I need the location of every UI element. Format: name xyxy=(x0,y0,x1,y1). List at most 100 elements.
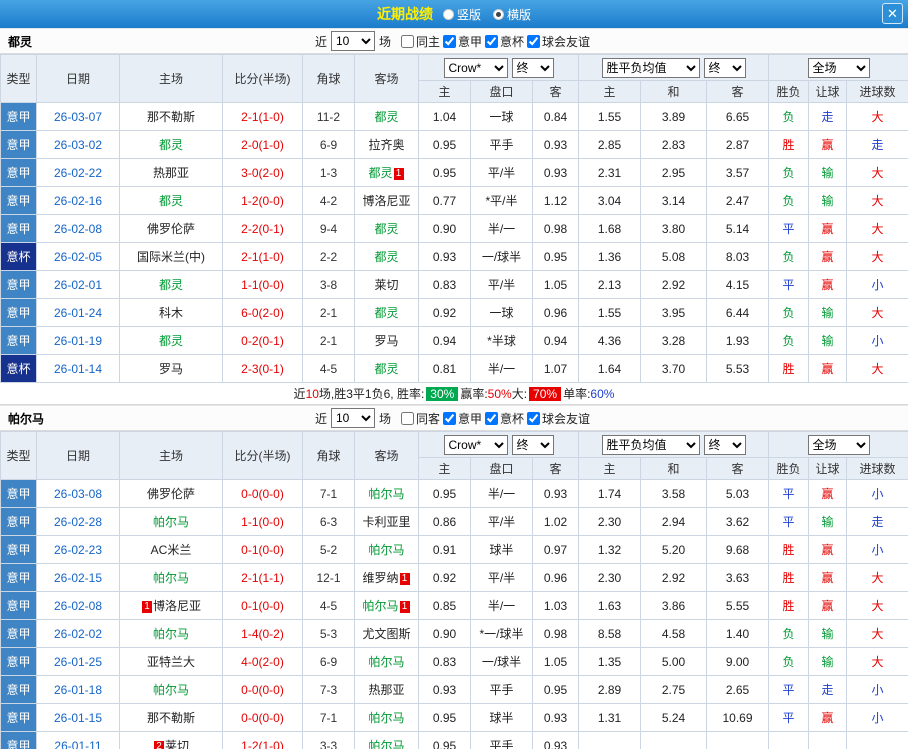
ah-away-odds: 0.95 xyxy=(532,675,579,704)
eu-avg-select[interactable]: 胜平负均值 xyxy=(601,434,700,455)
match-count-select[interactable]: 10 xyxy=(330,408,375,428)
filter-checkbox[interactable]: 球会友谊 xyxy=(527,33,590,50)
handicap-result: 输 xyxy=(808,326,848,355)
layout-option-selected[interactable]: 横版 xyxy=(493,6,531,23)
home-team: 都灵 xyxy=(119,130,223,159)
league-type: 意甲 xyxy=(0,214,37,243)
ah-handicap: 平手 xyxy=(470,731,533,749)
team-name: 都灵 xyxy=(158,334,183,348)
home-team: 那不勒斯 xyxy=(119,102,223,131)
result: 平 xyxy=(768,675,810,704)
filter-checkbox[interactable]: 意杯 xyxy=(485,410,524,427)
team-name: 帕尔马 xyxy=(152,627,189,641)
eu-avg-select[interactable]: 胜平负均值 xyxy=(601,57,700,78)
home-team: AC米兰 xyxy=(119,535,223,564)
goals-result: 小 xyxy=(846,270,908,299)
ah-away-odds: 0.98 xyxy=(532,214,579,243)
match-row: 意甲 26-02-23 AC米兰 0-1(0-0) 5-2 帕尔马 0.91 球半 0.97 1.… xyxy=(0,535,908,564)
checkbox-input[interactable] xyxy=(400,411,414,425)
handicap-result: 赢 xyxy=(808,242,848,271)
filter-checkbox-group: 同主 意甲 意杯 球会友谊 xyxy=(400,33,593,50)
corner-score: 6-9 xyxy=(302,130,355,159)
eu-home-odds: 1.35 xyxy=(578,647,641,676)
eu-draw-odds: 2.92 xyxy=(640,563,707,592)
filter-checkbox[interactable]: 意甲 xyxy=(443,410,482,427)
result: 胜 xyxy=(768,563,810,592)
handicap-result: 输 xyxy=(808,158,848,187)
checkbox-label: 意杯 xyxy=(500,411,525,426)
summary-segment: 30% xyxy=(426,386,459,401)
summary-segment: 60% xyxy=(590,386,615,401)
checkbox-input[interactable] xyxy=(527,411,541,425)
ah-final-select[interactable]: 终 xyxy=(511,57,554,78)
result: 胜 xyxy=(768,354,810,383)
league-type: 意甲 xyxy=(0,507,37,536)
score: 2-3(0-1) xyxy=(222,354,303,383)
team-name: 都灵 xyxy=(368,166,393,180)
filter-checkbox[interactable]: 球会友谊 xyxy=(527,410,590,427)
filter-checkbox[interactable]: 意甲 xyxy=(443,33,482,50)
filter-checkbox[interactable]: 同主 xyxy=(400,33,440,50)
radio-icon[interactable] xyxy=(442,8,454,20)
eu-away-odds: 2.65 xyxy=(705,675,770,704)
away-team: 都灵 xyxy=(354,242,419,271)
sub-ah-home: 主 xyxy=(418,457,471,480)
ah-home-odds: 0.94 xyxy=(418,326,471,355)
checkbox-input[interactable] xyxy=(443,411,456,425)
score: 0-0(0-0) xyxy=(222,703,303,732)
col-type: 类型 xyxy=(0,54,37,103)
sub-eu-home: 主 xyxy=(578,457,641,480)
eu-away-odds: 5.53 xyxy=(705,354,770,383)
ah-home-odds: 0.81 xyxy=(418,354,471,383)
checkbox-input[interactable] xyxy=(485,34,499,48)
euro-odds-header: 胜平负均值 终 xyxy=(577,431,770,458)
filter-checkbox[interactable]: 意杯 xyxy=(485,33,524,50)
checkbox-input[interactable] xyxy=(527,34,541,48)
scope-select[interactable]: 全场 xyxy=(807,57,870,78)
match-date: 26-01-18 xyxy=(36,675,120,704)
score: 1-2(1-0) xyxy=(222,731,303,749)
scope-select[interactable]: 全场 xyxy=(807,434,870,455)
goals-result: 大 xyxy=(846,563,908,592)
summary-segment: 近 xyxy=(293,387,306,401)
checkbox-input[interactable] xyxy=(443,34,456,48)
close-button[interactable]: ✕ xyxy=(882,3,903,24)
team-name: 莱切 xyxy=(164,739,189,749)
away-team: 都灵 xyxy=(354,102,419,131)
checkbox-input[interactable] xyxy=(485,411,499,425)
eu-draw-odds: 3.80 xyxy=(640,214,707,243)
league-type: 意甲 xyxy=(0,130,37,159)
ah-final-select[interactable]: 终 xyxy=(511,434,554,455)
col-type: 类型 xyxy=(0,431,37,480)
layout-option-label: 横版 xyxy=(507,7,532,22)
match-date: 26-02-15 xyxy=(36,563,120,592)
filters: 近 10 场 同主 意甲 意杯 球会友谊 xyxy=(315,31,593,51)
odds-company-select[interactable]: Crow* xyxy=(443,434,508,455)
result: 平 xyxy=(768,479,810,508)
match-count-select[interactable]: 10 xyxy=(330,31,375,51)
team-name: 帕尔马 xyxy=(152,571,189,585)
corner-score: 6-9 xyxy=(302,647,355,676)
home-team: 帕尔马 xyxy=(119,563,223,592)
handicap-result: 输 xyxy=(808,647,848,676)
ah-home-odds: 0.95 xyxy=(418,731,471,749)
team-name: 都灵 xyxy=(374,110,399,124)
ah-handicap: 球半 xyxy=(470,535,533,564)
match-date: 26-03-08 xyxy=(36,479,120,508)
layout-option-unselected[interactable]: 竖版 xyxy=(442,6,481,23)
ah-away-odds: 0.93 xyxy=(532,130,579,159)
eu-final-select[interactable]: 终 xyxy=(703,57,746,78)
match-row: 意甲 26-03-07 那不勒斯 2-1(1-0) 11-2 都灵 1.04 一球 0.84 1.… xyxy=(0,102,908,131)
goals-result: 小 xyxy=(846,479,908,508)
eu-away-odds: 3.63 xyxy=(705,563,770,592)
radio-icon[interactable] xyxy=(493,8,504,20)
home-team: 都灵 xyxy=(119,270,223,299)
goals-result: 小 xyxy=(846,326,908,355)
match-date: 26-01-24 xyxy=(36,298,120,327)
odds-company-select[interactable]: Crow* xyxy=(443,57,508,78)
eu-final-select[interactable]: 终 xyxy=(703,434,746,455)
checkbox-input[interactable] xyxy=(400,34,414,48)
summary-segment: 场,胜3平1负6, 胜率: xyxy=(318,387,425,401)
ah-handicap: 半/一 xyxy=(470,214,533,243)
filter-checkbox[interactable]: 同客 xyxy=(400,410,440,427)
